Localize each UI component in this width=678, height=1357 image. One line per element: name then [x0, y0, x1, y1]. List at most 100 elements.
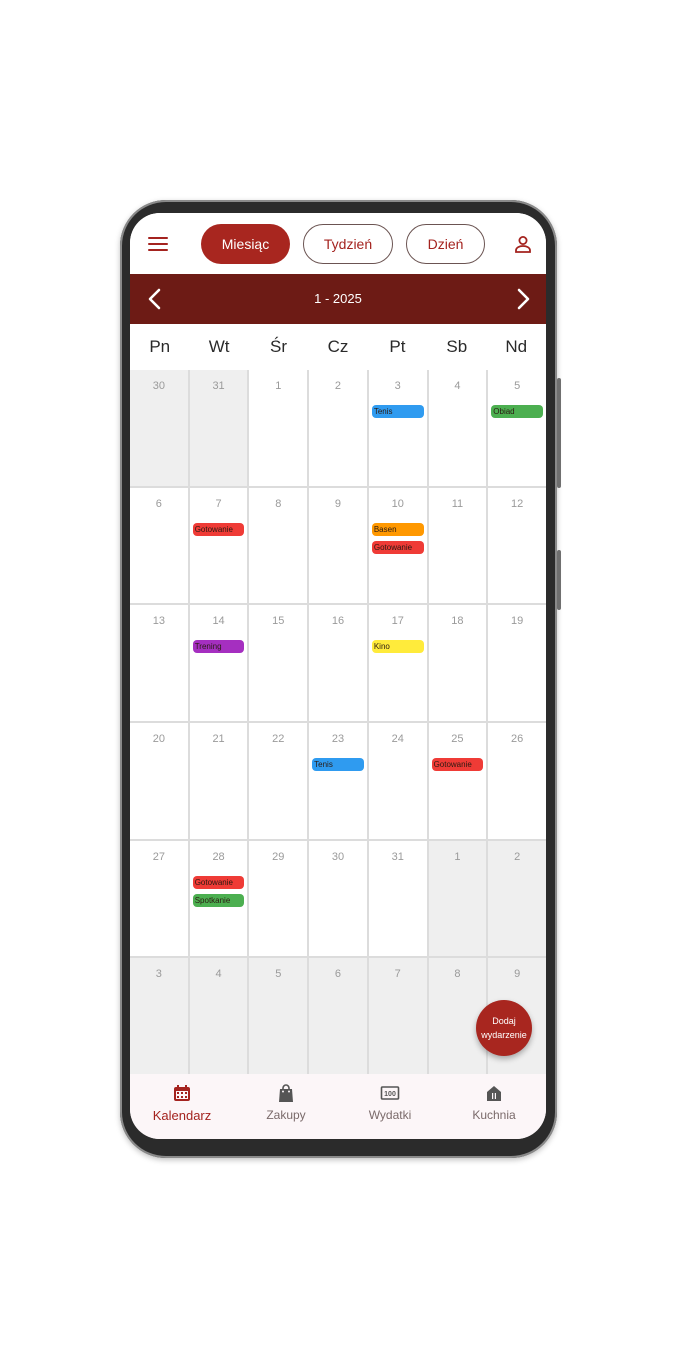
day-number: 20	[152, 732, 165, 745]
shopping-bag-icon	[279, 1084, 293, 1102]
day-cell[interactable]: 2	[488, 840, 546, 957]
day-cell[interactable]: 12	[488, 487, 546, 604]
event-chip[interactable]: Gotowanie	[431, 757, 484, 771]
day-number: 7	[215, 497, 222, 510]
day-cell[interactable]: 6	[309, 958, 367, 1074]
day-number: 17	[391, 615, 404, 628]
nav-expenses-label: Wydatki	[368, 1108, 412, 1122]
day-cell[interactable]: 1	[428, 840, 487, 957]
weekday-label: Cz	[327, 337, 349, 356]
month-navigation-bar: 1 - 2025	[130, 274, 546, 324]
day-cell[interactable]: 10 Basen Gotowanie	[368, 487, 427, 604]
day-number: 30	[331, 850, 345, 863]
day-cell[interactable]: 1	[249, 370, 308, 486]
event-chip[interactable]: Gotowanie	[371, 540, 424, 554]
event-chip[interactable]: Trening	[192, 640, 245, 654]
event-chip[interactable]: Tenis	[371, 405, 424, 418]
day-cell[interactable]: 9	[309, 487, 367, 604]
day-cell[interactable]: 15	[249, 605, 308, 721]
day-cell[interactable]: 6	[130, 487, 188, 604]
day-cell[interactable]: 22	[249, 722, 308, 839]
event-chip[interactable]: Tenis	[312, 757, 364, 771]
nav-expenses[interactable]: 100 Wydatki	[338, 1074, 442, 1139]
user-icon[interactable]	[513, 234, 533, 254]
day-cell[interactable]: 5	[249, 958, 308, 1074]
event-chip[interactable]: Gotowanie	[192, 522, 245, 536]
day-cell[interactable]: 8	[249, 487, 308, 604]
nav-shopping[interactable]: Zakupy	[234, 1074, 338, 1139]
day-number: 2	[514, 850, 521, 863]
nav-shopping-label: Zakupy	[266, 1108, 306, 1122]
day-cell[interactable]: 20	[130, 722, 188, 839]
day-number: 16	[331, 615, 345, 628]
day-number: 18	[451, 615, 464, 628]
day-cell[interactable]: 31	[368, 840, 427, 957]
day-cell[interactable]: 17 Kino	[368, 605, 427, 721]
tab-month[interactable]: Miesiąc	[201, 224, 290, 264]
kitchen-icon	[487, 1086, 501, 1101]
day-number: 6	[155, 497, 162, 510]
day-number: 6	[334, 968, 342, 981]
day-cell[interactable]: 26	[488, 722, 546, 839]
day-cell[interactable]: 13	[130, 605, 188, 721]
day-cell[interactable]: 5 Obiad	[488, 370, 546, 486]
event-list: Gotowanie	[431, 757, 484, 776]
day-cell[interactable]: 2	[309, 370, 367, 486]
day-cell[interactable]: 29	[249, 840, 308, 957]
add-event-button[interactable]: Dodaj wydarzenie	[476, 1000, 532, 1056]
day-cell[interactable]: 28 Gotowanie Spotkanie	[189, 840, 248, 957]
nav-kitchen[interactable]: Kuchnia	[442, 1074, 546, 1139]
event-chip[interactable]: Obiad	[491, 405, 543, 418]
day-number: 12	[511, 497, 524, 510]
day-cell[interactable]: 16	[309, 605, 367, 721]
day-cell[interactable]: 4	[189, 958, 248, 1074]
day-number: 9	[334, 497, 342, 510]
day-cell[interactable]: 3 Tenis	[368, 370, 427, 486]
day-cell[interactable]: 31	[189, 370, 248, 486]
weekday-label: Pn	[149, 337, 171, 356]
day-number: 9	[514, 968, 521, 981]
event-chip[interactable]: Spotkanie	[192, 893, 245, 907]
day-cell[interactable]: 18	[428, 605, 487, 721]
event-list: Kino	[371, 640, 424, 658]
calendar-grid: 30 31 1 2 3 Tenis 4 5 Obiad 6 7 Gotowanie 8 9 10 Basen G…	[130, 370, 546, 1074]
day-number: 3	[394, 380, 401, 392]
day-number: 19	[511, 615, 524, 628]
tab-day[interactable]: Dzień	[406, 224, 485, 264]
weekday-label: Nd	[505, 337, 528, 356]
event-chip[interactable]: Kino	[371, 640, 424, 654]
day-cell[interactable]: 25 Gotowanie	[428, 722, 487, 839]
day-number: 23	[331, 732, 345, 745]
day-number: 27	[152, 850, 165, 863]
day-cell[interactable]: 3	[130, 958, 188, 1074]
day-cell[interactable]: 27	[130, 840, 188, 957]
nav-calendar[interactable]: Kalendarz	[130, 1074, 234, 1139]
day-cell[interactable]: 7	[368, 958, 427, 1074]
day-cell[interactable]: 11	[428, 487, 487, 604]
chevron-right-icon[interactable]	[511, 286, 535, 312]
day-cell[interactable]: 24	[368, 722, 427, 839]
volume-button	[557, 378, 561, 488]
tab-week[interactable]: Tydzień	[303, 224, 393, 264]
day-cell[interactable]: 21	[189, 722, 248, 839]
day-cell[interactable]: 30	[309, 840, 367, 957]
hamburger-menu-icon[interactable]	[148, 237, 168, 251]
day-cell[interactable]: 7 Gotowanie	[189, 487, 248, 604]
day-cell[interactable]: 23 Tenis	[309, 722, 367, 839]
day-cell[interactable]: 19	[488, 605, 546, 721]
event-list: Tenis	[371, 405, 424, 423]
day-cell[interactable]: 30	[130, 370, 188, 486]
day-number: 8	[454, 968, 461, 981]
day-number: 25	[451, 732, 464, 745]
svg-text:100: 100	[384, 1091, 396, 1098]
event-chip[interactable]: Basen	[371, 522, 424, 536]
day-number: 29	[272, 850, 285, 863]
day-number: 28	[212, 850, 225, 863]
day-cell[interactable]: 4	[428, 370, 487, 486]
day-cell[interactable]: 14 Trening	[189, 605, 248, 721]
day-number: 24	[391, 732, 404, 745]
event-chip[interactable]: Gotowanie	[192, 875, 245, 889]
event-list: Gotowanie	[192, 522, 245, 541]
day-number: 3	[155, 968, 162, 981]
add-event-label-line1: Dodaj	[492, 1016, 516, 1026]
